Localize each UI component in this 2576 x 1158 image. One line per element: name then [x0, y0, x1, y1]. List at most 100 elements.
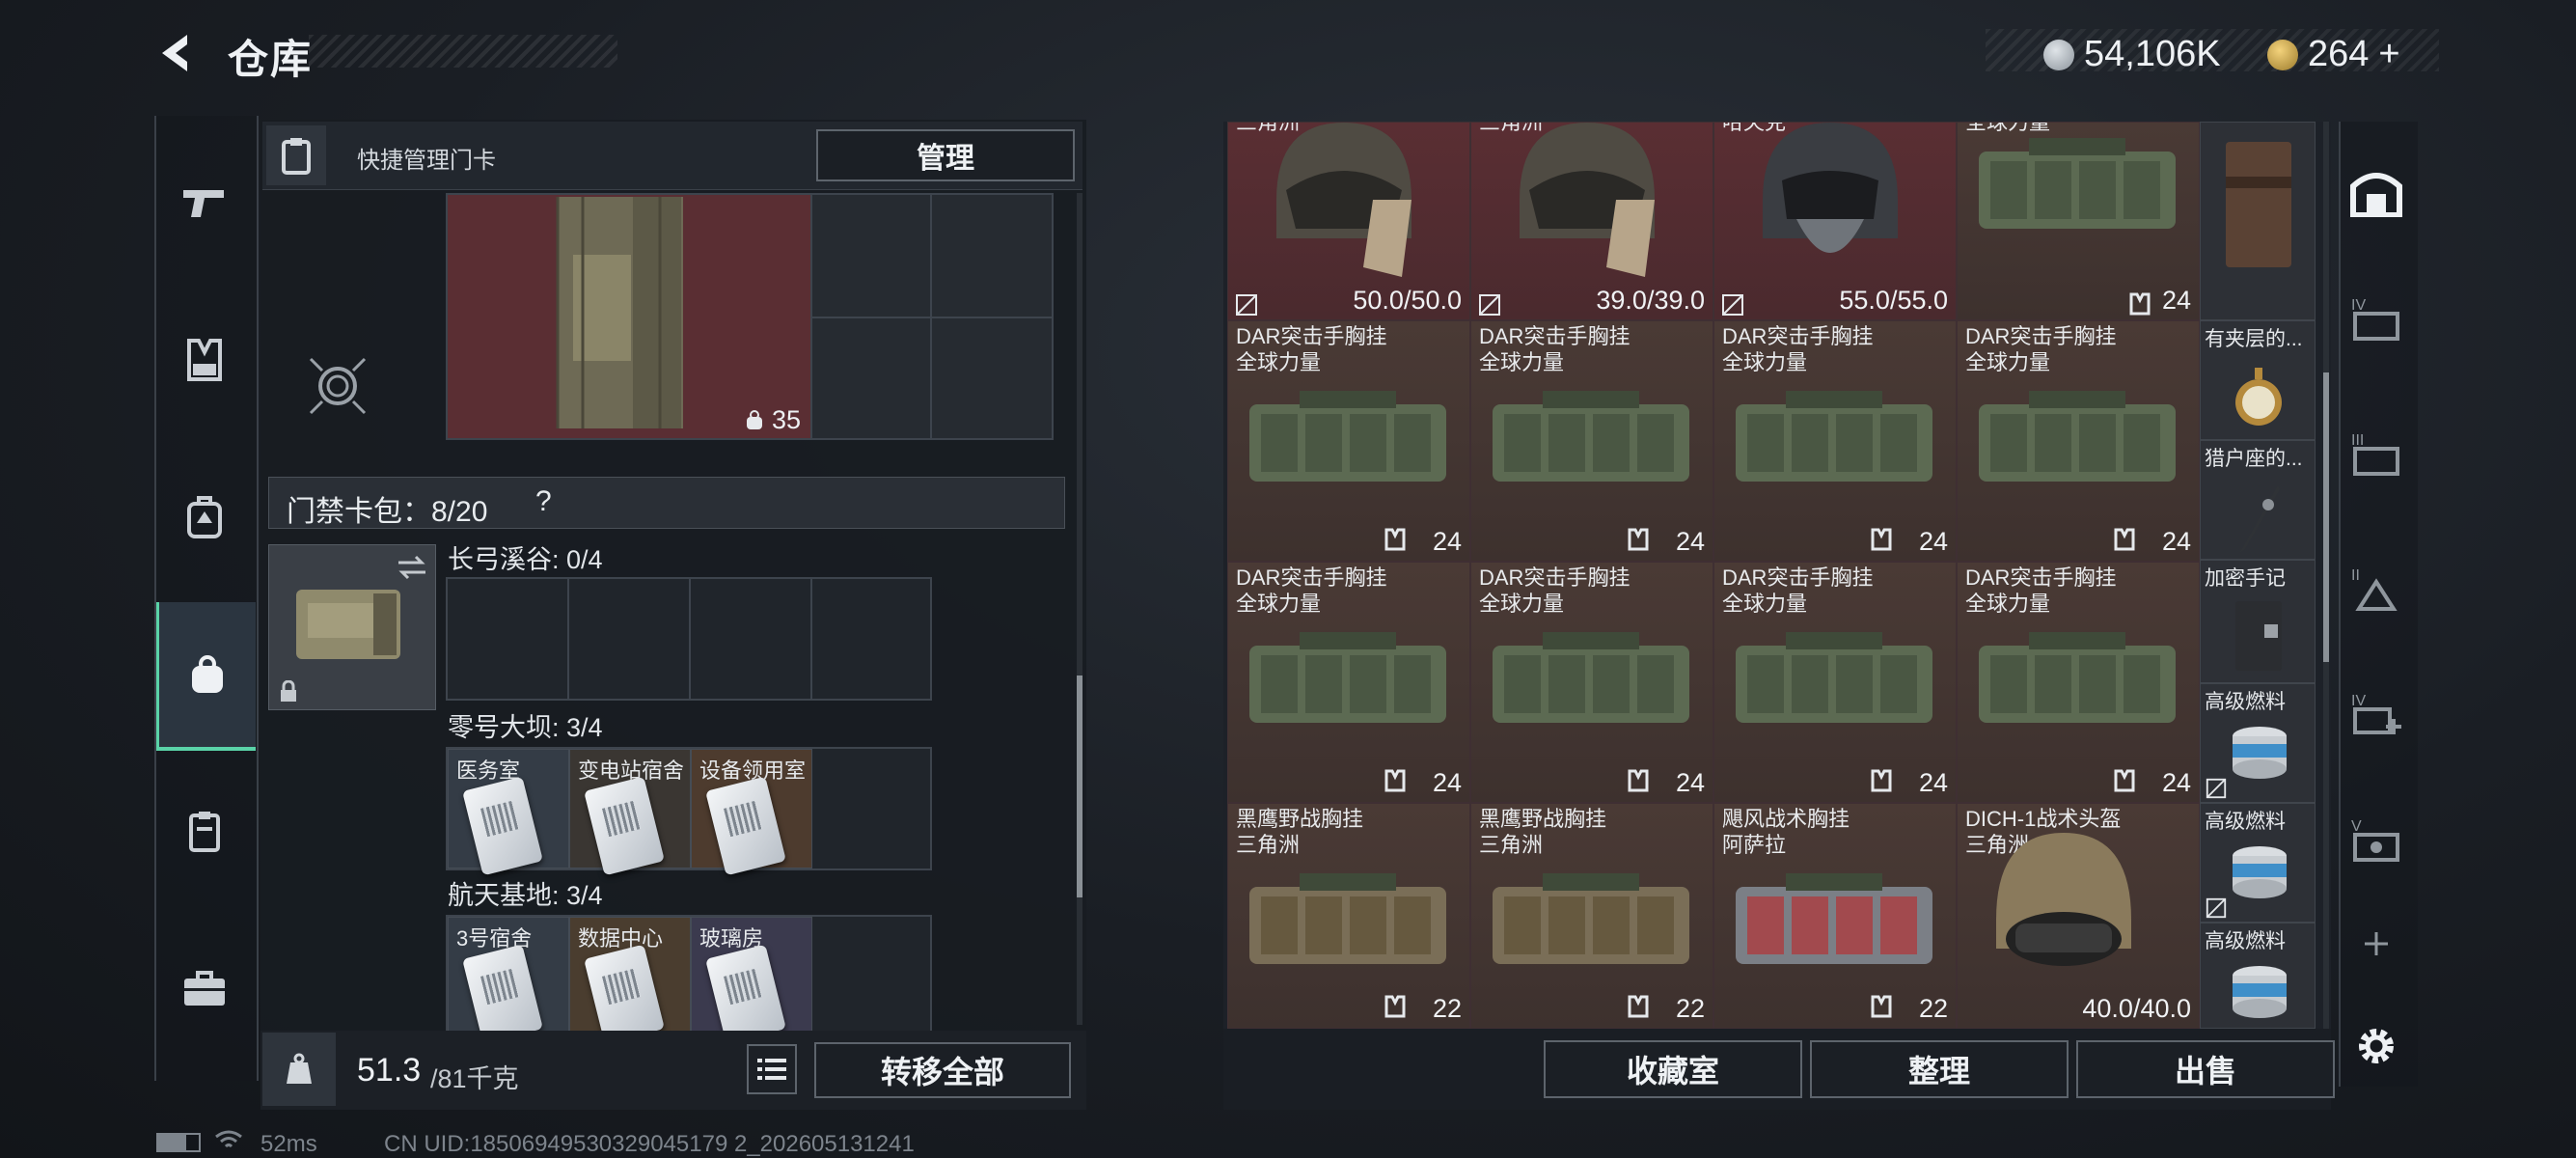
- svg-text:IV: IV: [2351, 693, 2366, 709]
- quick-manage-icon-box: [266, 125, 326, 185]
- storage-tab-iii[interactable]: III: [2340, 405, 2413, 502]
- chest-rig-image: [1493, 391, 1689, 482]
- fuel-can-image: [2233, 966, 2287, 1018]
- sort-button[interactable]: 整理: [1810, 1040, 2069, 1098]
- storage-tab-iv-add[interactable]: IV: [2340, 666, 2413, 762]
- keycard-slot[interactable]: 玻璃房: [691, 917, 812, 1031]
- list-view-button[interactable]: [747, 1044, 797, 1094]
- inventory-item[interactable]: DAR突击手胸挂 全球力量 24: [1227, 562, 1470, 803]
- inventory-item[interactable]: 哈夫克 55.0/55.0: [1713, 122, 1957, 320]
- swap-icon[interactable]: [395, 553, 429, 582]
- left-scrollbar[interactable]: [1077, 193, 1082, 1025]
- map-title: 航天基地: 3/4: [448, 881, 603, 910]
- inventory-item[interactable]: 飓风战术胸挂 阿萨拉 22: [1713, 803, 1957, 1029]
- fuel-can-image: [2233, 846, 2287, 898]
- coin-balance: 54,106K: [2043, 34, 2221, 75]
- collection-room-button[interactable]: 收藏室: [1544, 1040, 1802, 1098]
- chest-rig-image: [1979, 632, 2176, 723]
- page-title: 仓库: [228, 37, 314, 82]
- inventory-item[interactable]: 三角洲 39.0/39.0: [1470, 122, 1713, 320]
- inventory-item[interactable]: 全球力量 24: [1957, 122, 2200, 320]
- list-icon: [757, 1059, 786, 1080]
- add-token-button[interactable]: +: [2378, 34, 2399, 75]
- scrollbar-thumb[interactable]: [2323, 372, 2329, 662]
- chest-rig-image: [1736, 391, 1932, 482]
- help-button[interactable]: ?: [535, 485, 552, 518]
- inventory-item[interactable]: 高级燃料: [2200, 683, 2316, 803]
- map-card-slots: 3号宿舍 数据中心 玻璃房: [446, 915, 932, 1031]
- item-name: 飓风战术胸挂 阿萨拉: [1722, 807, 1850, 857]
- inventory-item[interactable]: DAR突击手胸挂 全球力量 24: [1227, 320, 1470, 562]
- keycard-slot[interactable]: 医务室: [448, 749, 569, 876]
- token-icon: [2267, 39, 2298, 70]
- manage-button[interactable]: 管理: [816, 129, 1075, 181]
- inventory-item[interactable]: 加密手记: [2200, 560, 2316, 683]
- inventory-item[interactable]: [2200, 122, 2316, 320]
- nav-keycard-bag[interactable]: [156, 602, 256, 751]
- inventory-item[interactable]: 高级燃料: [2200, 803, 2316, 923]
- keycard-bag-header: 门禁卡包：8/20 ?: [268, 477, 1065, 529]
- coin-icon: [2043, 39, 2074, 70]
- keycard-slot[interactable]: 数据中心: [569, 917, 691, 1031]
- settings-button[interactable]: [2340, 1000, 2413, 1092]
- token-balance[interactable]: 264 +: [2267, 34, 2400, 75]
- chest-rig-image: [1979, 391, 2176, 482]
- storage-tab-iv[interactable]: IV: [2340, 270, 2413, 367]
- sell-button[interactable]: 出售: [2076, 1040, 2335, 1098]
- item-capacity: 24: [1675, 768, 1705, 797]
- nav-toolbox[interactable]: [156, 917, 253, 1062]
- transfer-all-button[interactable]: 转移全部: [814, 1042, 1071, 1098]
- inventory-item[interactable]: DAR突击手胸挂 全球力量 24: [1713, 320, 1957, 562]
- nav-backpack[interactable]: [156, 444, 253, 589]
- scrollbar-thumb[interactable]: [1077, 676, 1082, 897]
- target-icon[interactable]: [305, 353, 370, 419]
- no-repair-icon: [2206, 897, 2227, 919]
- item-name: 有夹层的...: [2205, 328, 2303, 350]
- vest-icon: [2114, 769, 2135, 792]
- inventory-item[interactable]: 黑鹰野战胸挂 三角洲 22: [1227, 803, 1470, 1029]
- item-capacity: 24: [1432, 527, 1462, 556]
- map-card-slots: [446, 577, 932, 701]
- keycard-image: [462, 944, 543, 1031]
- encrypted-notebook-image: [2235, 601, 2282, 671]
- add-storage-button[interactable]: [2340, 915, 2413, 973]
- item-capacity: 22: [1918, 994, 1948, 1023]
- weight-current: 51.3: [357, 1052, 422, 1089]
- vest-icon: [1384, 528, 1406, 551]
- keycard-slot[interactable]: 设备领用室: [691, 749, 812, 876]
- storage-tab-v[interactable]: V: [2340, 791, 2413, 888]
- map-title: 零号大坝: 3/4: [448, 713, 603, 742]
- inventory-item[interactable]: 高级燃料: [2200, 923, 2316, 1029]
- keycard-slot[interactable]: 变电站宿舍: [569, 749, 691, 876]
- inventory-item[interactable]: 有夹层的...: [2200, 320, 2316, 440]
- compass-image: [2235, 368, 2282, 426]
- inventory-item[interactable]: 猎户座的...: [2200, 440, 2316, 560]
- inventory-item[interactable]: DAR突击手胸挂 全球力量 24: [1713, 562, 1957, 803]
- token-amount: 264: [2308, 34, 2370, 74]
- inventory-item[interactable]: DAR突击手胸挂 全球力量 24: [1957, 562, 2200, 803]
- inventory-scrollbar[interactable]: [2323, 122, 2329, 1029]
- storage-tab-safe[interactable]: [2340, 145, 2413, 241]
- inventory-item[interactable]: DAR突击手胸挂 全球力量 24: [1470, 562, 1713, 803]
- nav-weapons[interactable]: [156, 131, 253, 276]
- inventory-item[interactable]: DAR突击手胸挂 全球力量 24: [1957, 320, 2200, 562]
- inventory-item[interactable]: 黑鹰野战胸挂 三角洲 22: [1470, 803, 1713, 1029]
- keycard-bag-item[interactable]: [268, 544, 436, 710]
- svg-text:IV: IV: [2351, 297, 2366, 314]
- vest-icon: [1384, 769, 1406, 792]
- vest-icon: [1628, 995, 1649, 1018]
- inventory-item[interactable]: DAR突击手胸挂 全球力量 24: [1470, 320, 1713, 562]
- item-capacity: 40.0/40.0: [2082, 994, 2191, 1023]
- keycard-slot[interactable]: 3号宿舍: [448, 917, 569, 1031]
- item-name: 黑鹰野战胸挂 三角洲: [1479, 807, 1607, 857]
- nav-card-holder[interactable]: [156, 758, 253, 903]
- item-capacity: 24: [1675, 527, 1705, 556]
- item-name: DAR突击手胸挂 全球力量: [1236, 324, 1387, 374]
- chest-rig-image: [1249, 632, 1446, 723]
- back-arrow-icon[interactable]: [154, 29, 197, 77]
- inventory-item[interactable]: 三角洲 50.0/50.0: [1227, 122, 1470, 320]
- inventory-item[interactable]: DICH-1战术头盔 三角洲 40.0/40.0: [1957, 803, 2200, 1029]
- storage-tab-ii[interactable]: II: [2340, 540, 2413, 637]
- nav-armor[interactable]: [156, 288, 253, 432]
- item-capacity: 24: [1918, 768, 1948, 797]
